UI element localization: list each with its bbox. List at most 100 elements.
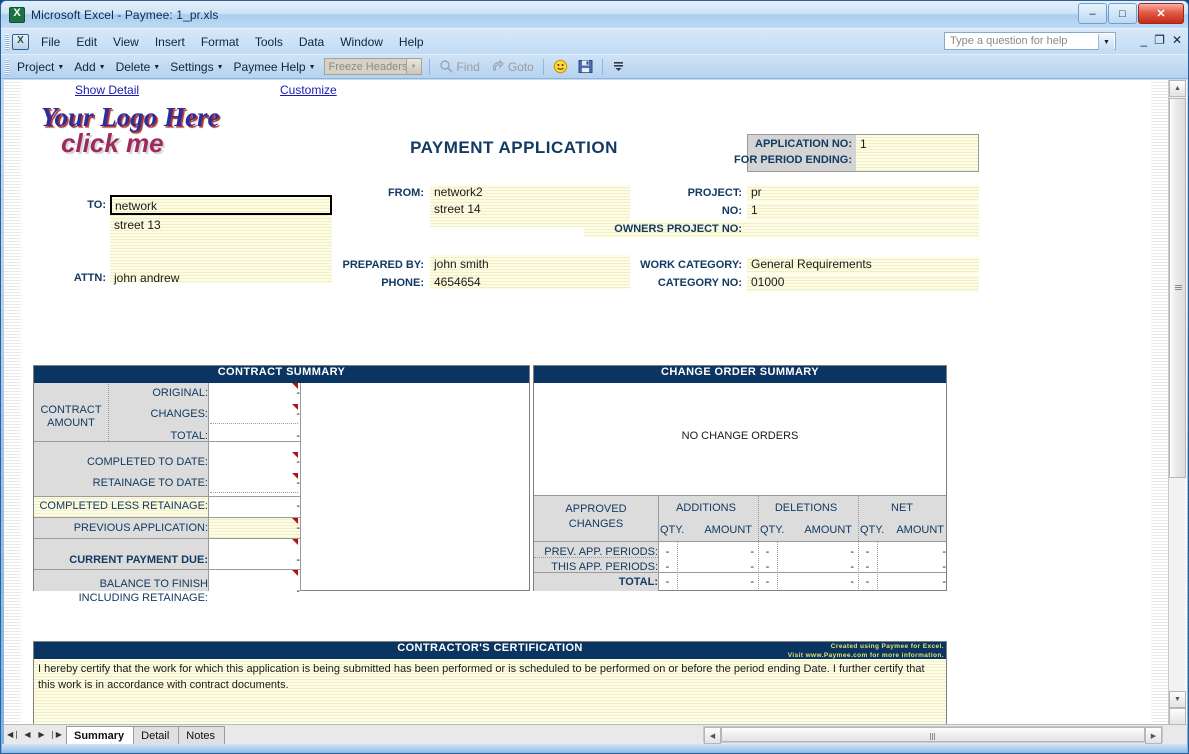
toolbar-overflow-button[interactable] xyxy=(607,57,632,76)
row-value-balance-to-finish[interactable]: - xyxy=(208,585,310,597)
close-button[interactable]: ✕ xyxy=(1138,3,1184,24)
smiley-button[interactable] xyxy=(548,57,573,76)
comment-indicator-icon[interactable] xyxy=(292,452,298,458)
sheet-tab-detail[interactable]: Detail xyxy=(133,725,180,745)
cell-total-deletions-amount[interactable]: - xyxy=(777,576,864,588)
cell-prev-additions-qty[interactable]: - xyxy=(658,546,677,558)
document-close-button[interactable]: ✕ xyxy=(1172,33,1182,47)
save-button[interactable] xyxy=(573,57,598,76)
goto-button[interactable]: Goto xyxy=(485,57,539,76)
cell-prev-additions-amount[interactable]: - xyxy=(677,546,764,558)
comment-indicator-icon[interactable] xyxy=(292,473,298,479)
scroll-left-button[interactable]: ◀ xyxy=(704,727,721,744)
split-pane-handle[interactable] xyxy=(1169,708,1186,725)
toolbar-paymee-help-menu[interactable]: Paymee Help ▼ xyxy=(229,58,321,76)
menu-edit[interactable]: Edit xyxy=(68,32,105,52)
chevron-down-icon[interactable]: ▼ xyxy=(405,59,421,74)
to-street[interactable]: street 13 xyxy=(114,218,161,232)
cell-this-deletions-amount[interactable]: - xyxy=(777,561,864,573)
cell-total-net-qty[interactable]: - xyxy=(858,576,877,588)
sheet-tab-notes[interactable]: Notes xyxy=(178,725,226,745)
toolbar-grip-handle[interactable] xyxy=(5,58,9,75)
help-dropdown-icon[interactable]: ▼ xyxy=(1098,34,1114,50)
menu-help[interactable]: Help xyxy=(391,32,432,52)
freeze-headers-combo[interactable]: Freeze Headers ▼ xyxy=(323,58,422,75)
cell-total-additions-qty[interactable]: - xyxy=(658,576,677,588)
minimize-button[interactable]: – xyxy=(1078,3,1107,24)
vertical-scrollbar[interactable]: ▲ ▼ xyxy=(1168,80,1186,725)
toolbar-project-menu[interactable]: Project ▼ xyxy=(12,58,69,76)
toolbar-add-menu[interactable]: Add ▼ xyxy=(69,58,110,76)
application-no-values[interactable]: 1 xyxy=(856,135,978,171)
prev-sheet-button[interactable]: ◀ xyxy=(21,730,34,739)
horizontal-scroll-thumb[interactable] xyxy=(721,727,1145,742)
find-button[interactable]: Find xyxy=(434,57,485,76)
cell-total-deletions-qty[interactable]: - xyxy=(758,576,777,588)
worksheet-area[interactable]: Show Detail Customize Your Logo Here cli… xyxy=(4,80,1187,725)
menu-data[interactable]: Data xyxy=(291,32,332,52)
from-street[interactable]: street 14 xyxy=(434,202,481,216)
prepared-by-value[interactable]: john smith xyxy=(434,257,489,271)
comment-indicator-icon[interactable] xyxy=(292,404,298,410)
paymee-promo[interactable]: Created using Paymee for Excel. Visit ww… xyxy=(744,642,944,660)
cell-prev-net-qty[interactable]: - xyxy=(858,546,877,558)
toolbar-settings-menu[interactable]: Settings ▼ xyxy=(165,58,228,76)
menu-view[interactable]: View xyxy=(105,32,147,52)
document-minimize-button[interactable]: _ xyxy=(1140,33,1147,47)
cell-this-deletions-qty[interactable]: - xyxy=(758,561,777,573)
from-value[interactable]: network2 xyxy=(434,185,483,199)
toolbar-delete-menu[interactable]: Delete ▼ xyxy=(111,58,166,76)
company-logo[interactable]: Your Logo Here click me xyxy=(39,102,269,160)
comment-indicator-icon[interactable] xyxy=(292,383,298,389)
cell-this-additions-amount[interactable]: - xyxy=(677,561,764,573)
row-value-current-payment-due[interactable]: - xyxy=(208,554,310,566)
category-no-value[interactable]: 01000 xyxy=(751,275,784,289)
phone-value[interactable]: 4654654 xyxy=(434,275,481,289)
project-label: PROJECT: xyxy=(687,187,742,199)
cell-prev-deletions-amount[interactable]: - xyxy=(777,546,864,558)
help-search-input[interactable]: Type a question for help ▼ xyxy=(944,32,1116,50)
sheet-tab-summary[interactable]: Summary xyxy=(66,725,135,745)
menu-window[interactable]: Window xyxy=(332,32,391,52)
menu-grip-handle[interactable] xyxy=(5,33,9,50)
no-label: NO: xyxy=(721,205,742,217)
chevron-down-icon: ▼ xyxy=(57,64,65,71)
to-value-cell[interactable]: network xyxy=(110,195,332,215)
no-value[interactable]: 1 xyxy=(751,203,758,217)
no-field-fill xyxy=(747,203,979,220)
maximize-button[interactable]: □ xyxy=(1108,3,1137,24)
scroll-right-button[interactable]: ▶ xyxy=(1145,727,1162,744)
horizontal-scrollbar[interactable]: ◀ ▶ xyxy=(703,726,1163,744)
row-value-completed-less-retainage[interactable]: - xyxy=(208,500,310,512)
freeze-headers-value: Freeze Headers xyxy=(328,60,408,73)
document-restore-button[interactable]: ❐ xyxy=(1154,33,1165,47)
cell-prev-deletions-qty[interactable]: - xyxy=(758,546,777,558)
comment-indicator-icon[interactable] xyxy=(292,570,298,576)
vertical-scroll-thumb[interactable] xyxy=(1169,98,1186,478)
owners-project-no-label: OWNERS PROJECT NO: xyxy=(614,223,742,235)
cell-prev-net-amount[interactable]: - xyxy=(877,546,950,558)
attn-value[interactable]: john andrew xyxy=(114,271,179,285)
cell-this-net-qty[interactable]: - xyxy=(858,561,877,573)
work-category-value[interactable]: General Requirements xyxy=(751,257,872,271)
scroll-down-button[interactable]: ▼ xyxy=(1169,691,1186,708)
menu-tools[interactable]: Tools xyxy=(247,32,291,52)
show-detail-link[interactable]: Show Detail xyxy=(75,83,139,97)
row-value-total[interactable]: - xyxy=(208,430,310,442)
cell-total-net-amount[interactable]: - xyxy=(877,576,950,588)
customize-link[interactable]: Customize xyxy=(280,83,337,97)
comment-indicator-icon[interactable] xyxy=(292,518,298,524)
last-sheet-button[interactable]: ❘▶ xyxy=(49,730,62,739)
dotted-sep-total xyxy=(210,423,298,424)
comment-indicator-icon[interactable] xyxy=(292,539,298,545)
cell-total-additions-amount[interactable]: - xyxy=(677,576,764,588)
scroll-up-button[interactable]: ▲ xyxy=(1169,80,1186,97)
first-sheet-button[interactable]: ◀❘ xyxy=(7,730,20,739)
menu-format[interactable]: Format xyxy=(193,32,247,52)
next-sheet-button[interactable]: ▶ xyxy=(35,730,48,739)
project-value[interactable]: pr xyxy=(751,185,762,199)
menu-file[interactable]: File xyxy=(33,32,68,52)
cell-this-net-amount[interactable]: - xyxy=(877,561,950,573)
menu-insert[interactable]: Insert xyxy=(147,32,193,52)
cell-this-additions-qty[interactable]: - xyxy=(658,561,677,573)
